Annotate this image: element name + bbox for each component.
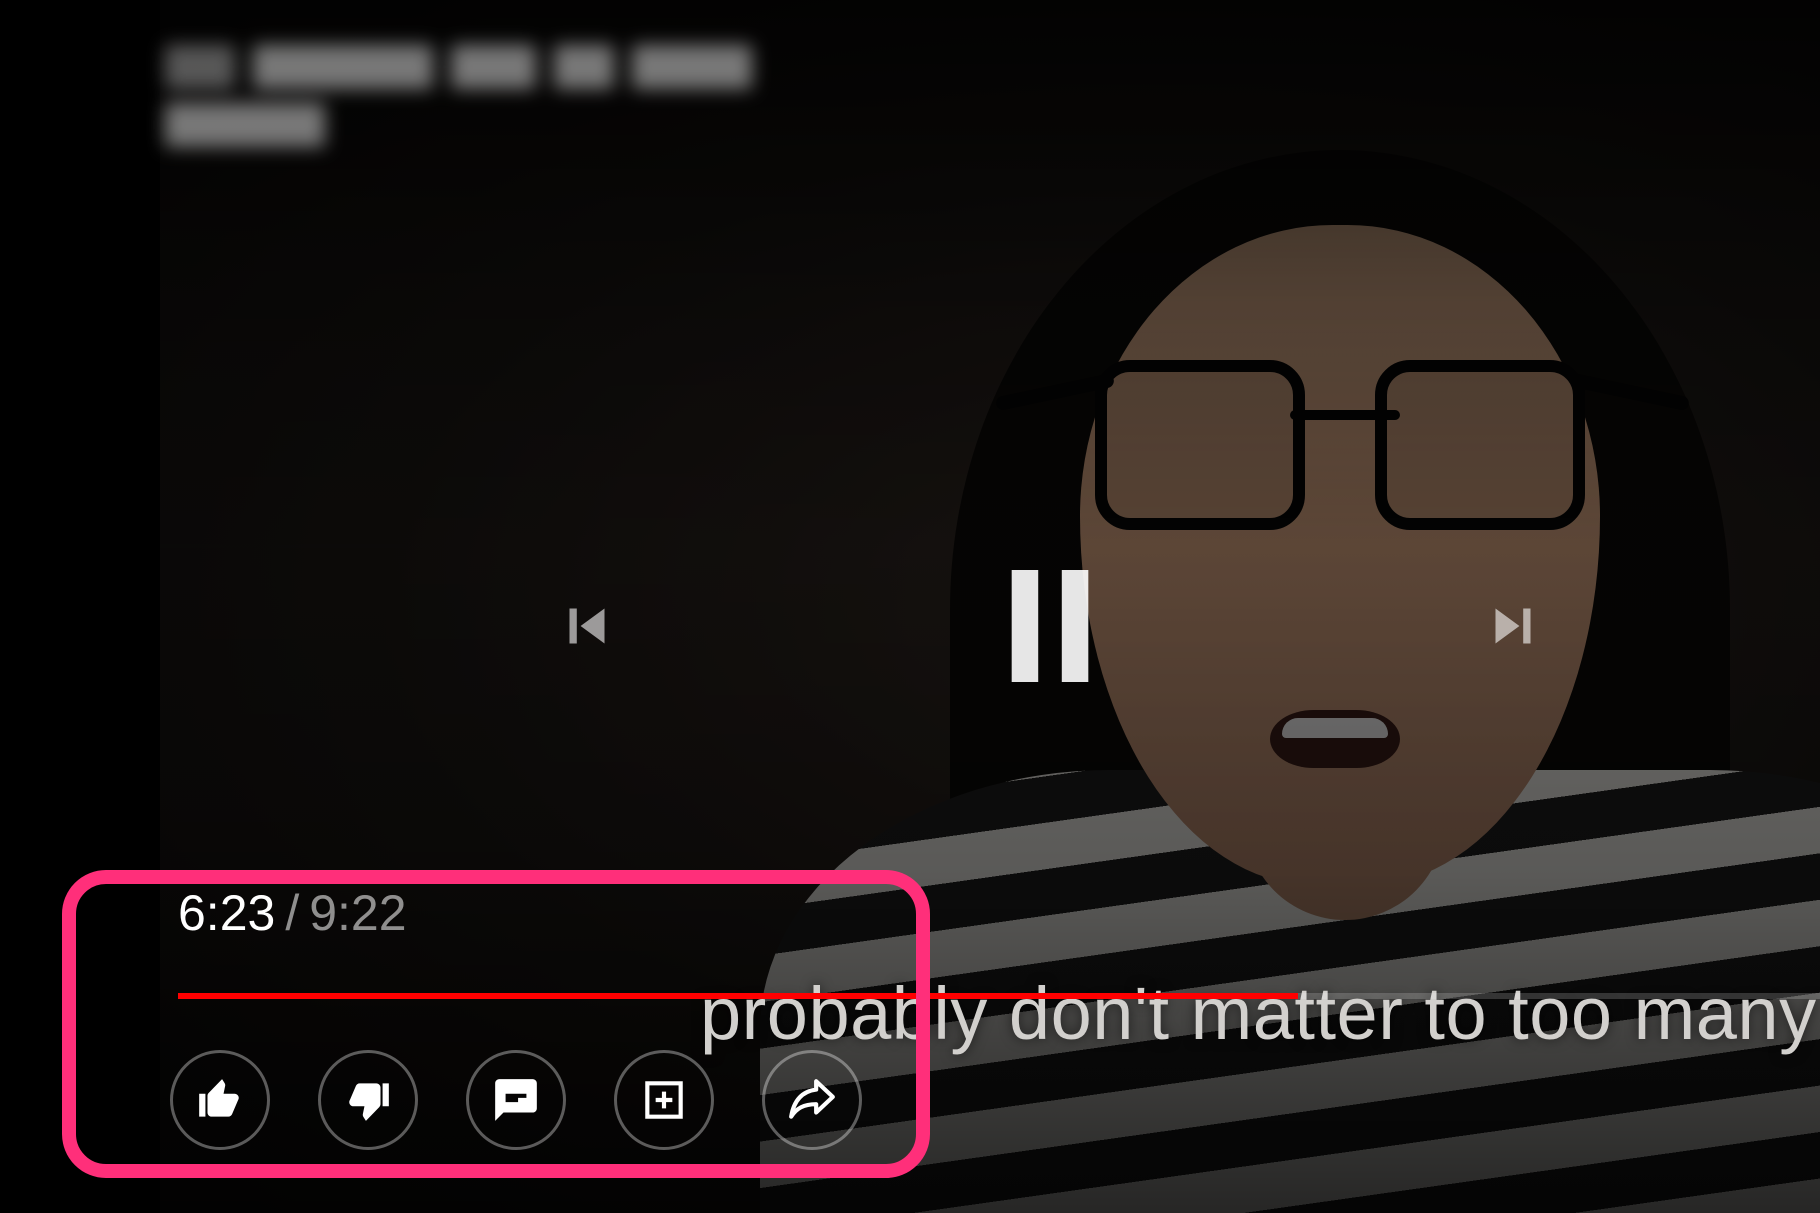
video-title-blurred xyxy=(165,45,805,155)
video-player: 6:23/9:22 probably don't matter to too m… xyxy=(0,0,1820,1213)
skip-previous-icon xyxy=(552,591,622,661)
like-button[interactable] xyxy=(170,1050,270,1150)
thumbs-up-icon xyxy=(195,1075,245,1125)
pause-button[interactable] xyxy=(1004,570,1096,682)
closed-caption: probably don't matter to too many xyxy=(700,971,1820,1056)
share-button[interactable] xyxy=(762,1050,862,1150)
time-separator: / xyxy=(275,885,309,941)
thumbs-down-icon xyxy=(343,1075,393,1125)
duration: 9:22 xyxy=(309,885,406,941)
comments-button[interactable] xyxy=(466,1050,566,1150)
save-button[interactable] xyxy=(614,1050,714,1150)
action-row xyxy=(170,1050,862,1150)
progress-fill xyxy=(178,993,1298,999)
dislike-button[interactable] xyxy=(318,1050,418,1150)
comments-icon xyxy=(491,1075,541,1125)
pause-icon xyxy=(1004,570,1096,682)
previous-button[interactable] xyxy=(552,591,622,661)
skip-next-icon xyxy=(1478,591,1548,661)
current-time: 6:23 xyxy=(178,885,275,941)
center-playback-controls xyxy=(0,570,1820,682)
time-display: 6:23/9:22 xyxy=(178,884,407,942)
progress-bar[interactable] xyxy=(178,993,1820,999)
add-to-playlist-icon xyxy=(639,1075,689,1125)
share-icon xyxy=(787,1075,837,1125)
next-button[interactable] xyxy=(1478,591,1548,661)
